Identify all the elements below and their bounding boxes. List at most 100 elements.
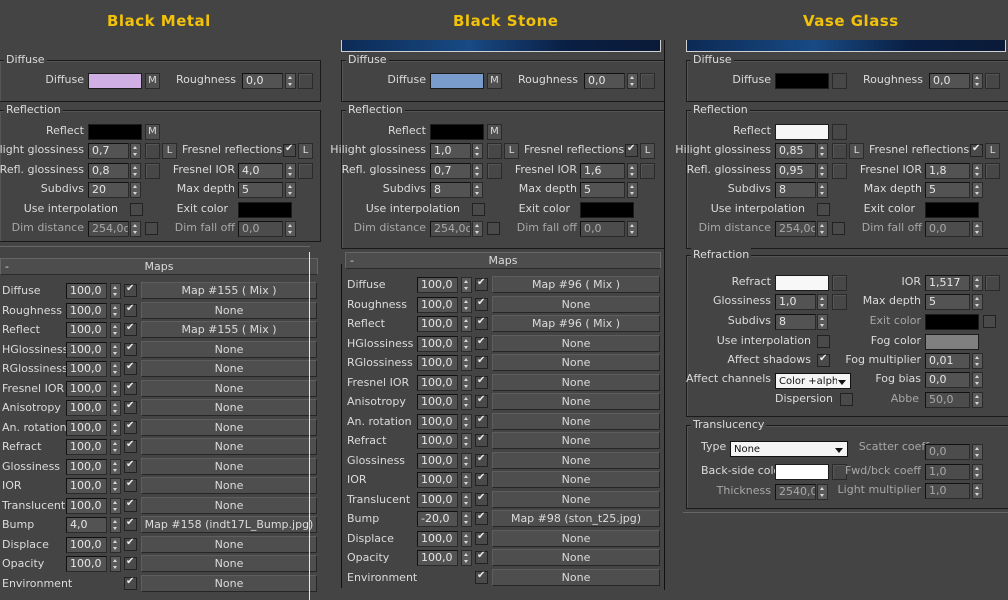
dim-falloff-spinner[interactable] bbox=[627, 221, 638, 237]
map-amount-spinner[interactable] bbox=[110, 458, 121, 475]
refl-glossiness-field[interactable]: 0,7 bbox=[430, 163, 471, 179]
light-multiplier-spinner[interactable] bbox=[972, 483, 983, 499]
map-amount-spinner[interactable] bbox=[461, 413, 472, 430]
dispersion-checkbox[interactable] bbox=[840, 393, 853, 406]
map-enable-checkbox[interactable] bbox=[124, 322, 137, 336]
map-enable-checkbox[interactable] bbox=[475, 297, 488, 311]
fog-bias-field[interactable]: 0,0 bbox=[925, 372, 970, 388]
map-enable-checkbox[interactable] bbox=[124, 498, 137, 512]
map-amount-field[interactable]: 100,0 bbox=[417, 316, 458, 332]
map-amount-spinner[interactable] bbox=[110, 536, 121, 553]
map-amount-field[interactable]: 100,0 bbox=[66, 322, 107, 338]
max-depth-spinner[interactable] bbox=[627, 182, 638, 198]
map-slot-button[interactable]: None bbox=[141, 379, 317, 397]
map-enable-checkbox[interactable] bbox=[475, 336, 488, 350]
map-enable-checkbox[interactable] bbox=[475, 277, 488, 291]
glossiness-field[interactable]: 1,0 bbox=[775, 294, 816, 310]
max-depth-spinner[interactable] bbox=[285, 182, 296, 198]
map-amount-spinner[interactable] bbox=[461, 316, 472, 332]
map-enable-checkbox[interactable] bbox=[124, 537, 137, 551]
map-slot-button[interactable]: None bbox=[492, 393, 660, 410]
refr-use-interpolation-checkbox[interactable] bbox=[817, 335, 830, 348]
map-slot-button[interactable]: None bbox=[492, 490, 660, 508]
map-enable-checkbox[interactable] bbox=[124, 478, 137, 492]
map-enable-checkbox[interactable] bbox=[124, 381, 137, 395]
refl-glossiness-spinner[interactable] bbox=[472, 163, 483, 179]
map-enable-checkbox[interactable] bbox=[124, 556, 137, 570]
refract-color-swatch[interactable] bbox=[775, 275, 829, 291]
map-amount-field[interactable]: 100,0 bbox=[417, 472, 458, 488]
map-amount-spinner[interactable] bbox=[110, 302, 121, 319]
hilight-lock-button[interactable]: L bbox=[162, 143, 177, 159]
map-enable-checkbox[interactable] bbox=[475, 316, 488, 330]
hilight-glossiness-spinner[interactable] bbox=[472, 143, 483, 159]
dim-distance-checkbox[interactable] bbox=[145, 222, 158, 235]
dim-distance-spinner[interactable] bbox=[472, 221, 483, 237]
map-enable-checkbox[interactable] bbox=[124, 361, 137, 375]
fresnel-ior-field[interactable]: 1,8 bbox=[925, 163, 970, 179]
map-amount-spinner[interactable] bbox=[110, 517, 121, 533]
map-slot-button[interactable]: Map #96 ( Mix ) bbox=[492, 276, 660, 293]
dim-distance-field[interactable]: 254,0c bbox=[88, 221, 129, 237]
map-enable-checkbox[interactable] bbox=[475, 355, 488, 369]
map-amount-field[interactable]: 100,0 bbox=[66, 361, 107, 377]
map-slot-button[interactable]: None bbox=[141, 457, 317, 475]
map-amount-field[interactable]: 100,0 bbox=[417, 550, 458, 566]
reflect-map-button[interactable]: M bbox=[487, 124, 502, 140]
hilight-glossiness-field[interactable]: 1,0 bbox=[430, 143, 471, 159]
fresnel-ior-spinner[interactable] bbox=[285, 163, 296, 179]
map-amount-field[interactable]: 100,0 bbox=[66, 536, 107, 553]
subdivs-spinner[interactable] bbox=[130, 182, 141, 198]
max-depth-field[interactable]: 5 bbox=[238, 182, 283, 198]
map-slot-button[interactable]: Map #155 ( Mix ) bbox=[141, 282, 317, 299]
fresnel-ior-map-button[interactable] bbox=[985, 163, 1000, 179]
map-amount-field[interactable]: 100,0 bbox=[417, 433, 458, 449]
map-amount-field[interactable]: 100,0 bbox=[66, 419, 107, 436]
collapse-maps-button[interactable]: - bbox=[350, 253, 354, 268]
map-amount-field[interactable]: 100,0 bbox=[66, 556, 107, 572]
roughness-field[interactable]: 0,0 bbox=[929, 73, 970, 89]
map-slot-button[interactable]: Map #158 (indt17L_Bump.jpg) bbox=[141, 516, 317, 533]
map-enable-checkbox[interactable] bbox=[124, 576, 137, 590]
map-amount-spinner[interactable] bbox=[110, 400, 121, 416]
map-enable-checkbox[interactable] bbox=[124, 283, 137, 297]
hilight-glossiness-map-button[interactable] bbox=[145, 143, 160, 159]
hilight-lock-button[interactable]: L bbox=[849, 143, 864, 159]
map-slot-button[interactable]: None bbox=[492, 568, 660, 586]
refl-glossiness-map-button[interactable] bbox=[145, 163, 160, 179]
dim-falloff-field[interactable]: 0,0 bbox=[925, 221, 970, 237]
map-slot-button[interactable]: Map #98 (ston_t25.jpg) bbox=[492, 510, 660, 527]
map-amount-spinner[interactable] bbox=[110, 283, 121, 299]
roughness-field[interactable]: 0,0 bbox=[584, 73, 625, 89]
map-amount-field[interactable]: 100,0 bbox=[66, 380, 107, 397]
map-amount-spinner[interactable] bbox=[110, 341, 121, 358]
max-depth-field[interactable]: 5 bbox=[580, 182, 625, 198]
map-amount-spinner[interactable] bbox=[461, 550, 472, 566]
map-slot-button[interactable]: None bbox=[141, 438, 317, 455]
refl-glossiness-spinner[interactable] bbox=[817, 163, 828, 179]
roughness-spinner[interactable] bbox=[972, 73, 983, 89]
fresnel-reflections-checkbox[interactable] bbox=[625, 143, 638, 157]
subdivs-field[interactable]: 20 bbox=[88, 182, 129, 198]
map-amount-spinner[interactable] bbox=[110, 380, 121, 397]
map-amount-field[interactable]: 100,0 bbox=[66, 439, 107, 455]
fog-color-swatch[interactable] bbox=[925, 334, 979, 350]
map-amount-spinner[interactable] bbox=[110, 419, 121, 436]
map-amount-field[interactable]: 100,0 bbox=[417, 374, 458, 391]
diffuse-color-swatch[interactable] bbox=[430, 73, 484, 89]
map-enable-checkbox[interactable] bbox=[475, 433, 488, 447]
hilight-lock-button[interactable]: L bbox=[504, 143, 519, 159]
dim-distance-spinner[interactable] bbox=[817, 221, 828, 237]
map-slot-button[interactable]: None bbox=[141, 574, 317, 592]
map-slot-button[interactable]: None bbox=[492, 451, 660, 469]
map-enable-checkbox[interactable] bbox=[475, 414, 488, 428]
reflect-color-swatch[interactable] bbox=[88, 124, 142, 140]
map-amount-spinner[interactable] bbox=[110, 556, 121, 572]
map-enable-checkbox[interactable] bbox=[124, 517, 137, 531]
map-amount-field[interactable]: 100,0 bbox=[417, 413, 458, 430]
dim-falloff-field[interactable]: 0,0 bbox=[238, 221, 283, 237]
glossiness-spinner[interactable] bbox=[817, 294, 828, 310]
refr-subdivs-spinner[interactable] bbox=[817, 314, 828, 330]
map-slot-button[interactable]: None bbox=[141, 535, 317, 553]
map-slot-button[interactable]: None bbox=[141, 360, 317, 377]
